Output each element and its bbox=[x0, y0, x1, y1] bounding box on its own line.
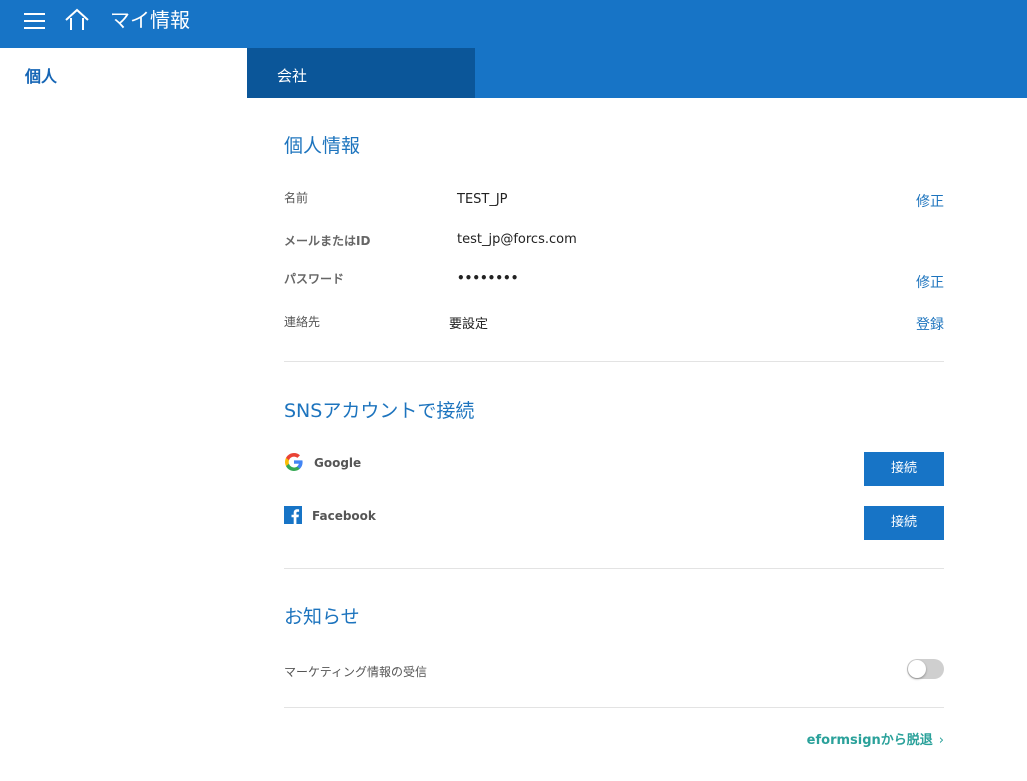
email-label: メールまたはID bbox=[284, 234, 371, 248]
email-value: test_jp@forcs.com bbox=[457, 232, 577, 247]
tab-company-label: 会社 bbox=[277, 67, 308, 85]
edit-password-link[interactable]: 修正 bbox=[916, 272, 944, 292]
withdraw-label: eformsignから脱退 bbox=[806, 733, 933, 748]
google-label: Google bbox=[314, 456, 362, 470]
app-header: マイ情報 bbox=[0, 0, 1027, 48]
home-icon[interactable] bbox=[64, 8, 90, 32]
password-label: パスワード bbox=[284, 272, 345, 286]
facebook-logo-icon bbox=[284, 506, 302, 524]
contact-value: 要設定 bbox=[449, 317, 489, 332]
connect-facebook-button[interactable]: 接続 bbox=[864, 506, 944, 540]
edit-name-link[interactable]: 修正 bbox=[916, 191, 944, 211]
google-logo-icon bbox=[285, 453, 303, 471]
tab-personal-label: 個人 bbox=[25, 67, 58, 86]
divider bbox=[284, 568, 944, 569]
name-label: 名前 bbox=[284, 191, 309, 205]
toggle-knob bbox=[908, 660, 926, 678]
name-value: TEST_JP bbox=[457, 192, 508, 207]
notifications-title: お知らせ bbox=[284, 606, 360, 628]
sns-section-title: SNSアカウントで接続 bbox=[284, 400, 475, 422]
marketing-toggle[interactable] bbox=[907, 659, 944, 679]
personal-info-title: 個人情報 bbox=[284, 135, 361, 157]
divider bbox=[284, 361, 944, 362]
divider bbox=[284, 707, 944, 708]
hamburger-menu-icon[interactable] bbox=[24, 11, 45, 31]
tab-personal[interactable]: 個人 bbox=[0, 48, 247, 98]
password-value: •••••••• bbox=[457, 271, 519, 285]
page-title: マイ情報 bbox=[110, 8, 190, 32]
register-contact-link[interactable]: 登録 bbox=[916, 314, 944, 334]
tab-bar: 個人 会社 bbox=[0, 48, 1027, 98]
facebook-label: Facebook bbox=[312, 509, 376, 523]
connect-google-button[interactable]: 接続 bbox=[864, 452, 944, 486]
tab-company[interactable]: 会社 bbox=[247, 48, 475, 98]
chevron-right-icon: › bbox=[938, 733, 944, 748]
marketing-label: マーケティング情報の受信 bbox=[284, 665, 428, 679]
contact-label: 連絡先 bbox=[284, 315, 321, 329]
withdraw-link[interactable]: eformsignから脱退 › bbox=[807, 729, 944, 748]
